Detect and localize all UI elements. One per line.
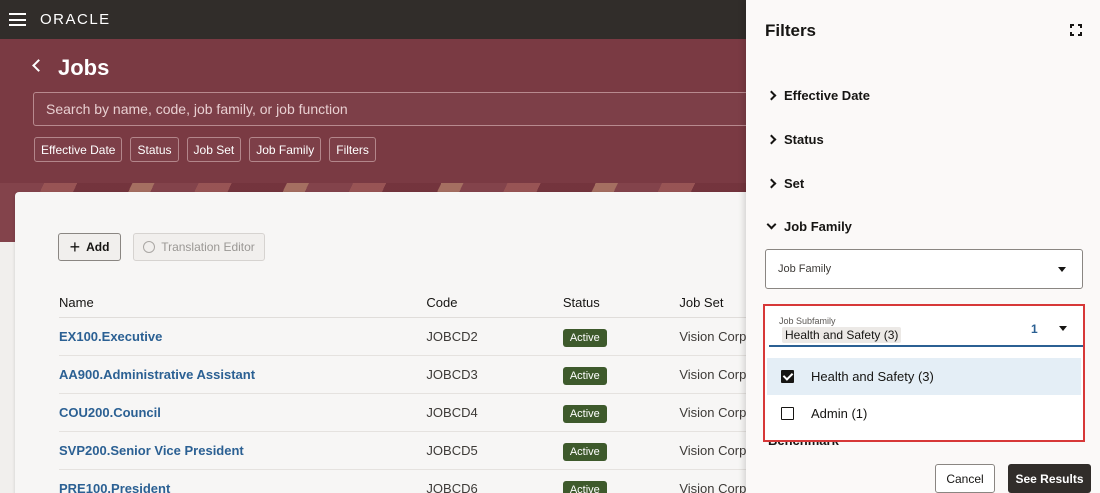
job-name-link[interactable]: PRE100.President bbox=[59, 481, 426, 493]
checkbox-unchecked-icon[interactable] bbox=[781, 407, 794, 420]
top-bar: ORACLE bbox=[0, 0, 746, 39]
chip-filters[interactable]: Filters bbox=[329, 137, 376, 162]
checkbox-checked-icon[interactable] bbox=[781, 370, 794, 383]
status-badge: Active bbox=[562, 405, 607, 423]
chip-status[interactable]: Status bbox=[130, 137, 179, 162]
translation-editor-button: Translation Editor bbox=[133, 233, 265, 261]
status-badge: Active bbox=[562, 443, 607, 461]
option-health-and-safety[interactable]: Health and Safety (3) bbox=[767, 358, 1081, 395]
selected-chip[interactable]: Health and Safety (3) bbox=[782, 327, 902, 343]
chip-job-family[interactable]: Job Family bbox=[249, 137, 322, 162]
filter-chips: Effective Date Status Job Set Job Family… bbox=[34, 137, 376, 162]
globe-icon bbox=[143, 241, 156, 253]
chip-effective-date[interactable]: Effective Date bbox=[34, 137, 123, 162]
job-subfamily-label: Job Subfamily bbox=[779, 316, 836, 326]
section-job-family[interactable]: Job Family bbox=[766, 219, 852, 234]
status-badge: Active bbox=[562, 367, 607, 385]
job-subfamily-dropdown: Job Subfamily Health and Safety (3) 1 He… bbox=[763, 304, 1085, 442]
chevron-right-icon bbox=[766, 134, 777, 145]
jobs-table: Name Code Status Job Set EX100.Executive… bbox=[59, 288, 759, 493]
selected-count: 1 bbox=[1031, 322, 1038, 336]
filters-drawer: Filters Effective Date Status Set Job Fa… bbox=[746, 0, 1100, 493]
job-family-select[interactable]: Job Family bbox=[765, 249, 1083, 289]
chevron-right-icon bbox=[766, 90, 777, 101]
menu-icon[interactable] bbox=[9, 13, 26, 26]
status-badge: Active bbox=[562, 329, 607, 347]
section-effective-date[interactable]: Effective Date bbox=[766, 88, 870, 103]
table-header: Name Code Status Job Set bbox=[59, 288, 759, 318]
chevron-right-icon bbox=[766, 178, 777, 189]
jobs-card: + Add Translation Editor Name Code Statu… bbox=[15, 192, 759, 493]
job-code: JOBCD2 bbox=[426, 329, 478, 344]
col-name[interactable]: Name bbox=[59, 295, 426, 310]
job-code: JOBCD5 bbox=[426, 443, 478, 458]
job-name-link[interactable]: AA900.Administrative Assistant bbox=[59, 367, 426, 382]
job-name-link[interactable]: EX100.Executive bbox=[59, 329, 426, 344]
chip-job-set[interactable]: Job Set bbox=[186, 137, 242, 162]
status-badge: Active bbox=[562, 481, 607, 493]
col-code[interactable]: Code bbox=[426, 295, 562, 310]
job-code: JOBCD4 bbox=[426, 405, 478, 420]
table-row[interactable]: EX100.Executive JOBCD2 Active Vision Cor… bbox=[59, 318, 759, 356]
search-input[interactable] bbox=[46, 101, 740, 117]
col-status[interactable]: Status bbox=[563, 295, 680, 310]
job-code: JOBCD6 bbox=[426, 481, 478, 493]
job-subfamily-select[interactable]: Job Subfamily Health and Safety (3) 1 bbox=[769, 308, 1083, 347]
drawer-title: Filters bbox=[765, 21, 817, 40]
add-button[interactable]: + Add bbox=[58, 233, 121, 261]
section-status[interactable]: Status bbox=[766, 132, 824, 147]
chevron-down-icon bbox=[766, 219, 777, 230]
caret-down-icon bbox=[1058, 267, 1066, 272]
table-row[interactable]: PRE100.President JOBCD6 Active Vision Co… bbox=[59, 470, 759, 493]
expand-icon[interactable] bbox=[1070, 24, 1082, 36]
oracle-logo[interactable]: ORACLE bbox=[40, 11, 111, 28]
back-icon[interactable] bbox=[32, 59, 45, 72]
table-row[interactable]: SVP200.Senior Vice President JOBCD5 Acti… bbox=[59, 432, 759, 470]
page-title: Jobs bbox=[58, 55, 110, 80]
search-bar[interactable] bbox=[33, 92, 746, 126]
job-family-placeholder: Job Family bbox=[778, 263, 832, 275]
job-code: JOBCD3 bbox=[426, 367, 478, 382]
table-row[interactable]: AA900.Administrative Assistant JOBCD3 Ac… bbox=[59, 356, 759, 394]
section-set[interactable]: Set bbox=[766, 176, 804, 191]
cancel-button[interactable]: Cancel bbox=[935, 464, 995, 493]
see-results-button[interactable]: See Results bbox=[1008, 464, 1091, 493]
add-button-label: Add bbox=[86, 240, 110, 254]
job-name-link[interactable]: SVP200.Senior Vice President bbox=[59, 443, 426, 458]
caret-down-icon[interactable] bbox=[1059, 326, 1067, 331]
job-name-link[interactable]: COU200.Council bbox=[59, 405, 426, 420]
option-admin[interactable]: Admin (1) bbox=[767, 395, 1081, 432]
translation-editor-label: Translation Editor bbox=[161, 240, 255, 254]
table-row[interactable]: COU200.Council JOBCD4 Active Vision Corp bbox=[59, 394, 759, 432]
plus-icon: + bbox=[69, 237, 81, 257]
